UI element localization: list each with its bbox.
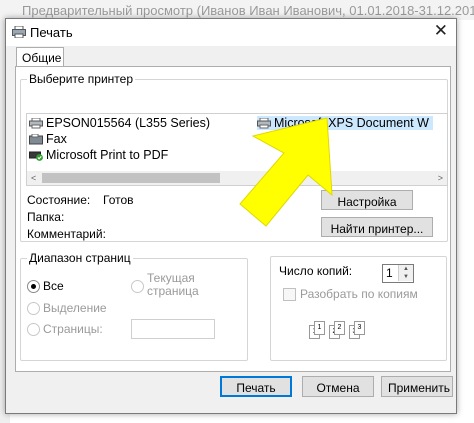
yellow-arrow-icon (239, 117, 333, 227)
annotation-arrow (239, 117, 333, 227)
